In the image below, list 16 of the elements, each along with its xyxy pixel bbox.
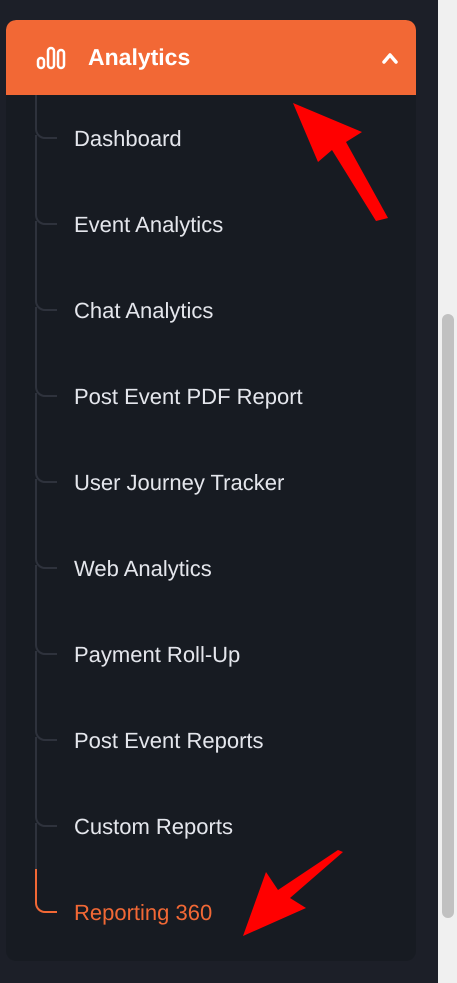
menu-item[interactable]: Event Analytics <box>74 208 224 240</box>
menu-item[interactable]: Post Event PDF Report <box>74 380 303 412</box>
menu-item[interactable]: Reporting 360 <box>74 896 212 928</box>
menu-item[interactable]: Payment Roll-Up <box>74 638 240 670</box>
menu-item[interactable]: User Journey Tracker <box>74 466 284 498</box>
menu-item[interactable]: Custom Reports <box>74 810 233 842</box>
menu-item[interactable]: Post Event Reports <box>74 724 264 756</box>
scrollbar[interactable] <box>438 0 457 983</box>
menu-item[interactable]: Web Analytics <box>74 552 212 584</box>
chevron-up-icon <box>382 52 398 64</box>
tree-connector <box>35 869 57 913</box>
scrollbar-thumb[interactable] <box>442 314 454 918</box>
menu-item[interactable]: Dashboard <box>74 122 182 154</box>
menu-item[interactable]: Chat Analytics <box>74 294 214 326</box>
bar-chart-icon <box>36 46 66 70</box>
arrow-icon <box>290 100 390 222</box>
